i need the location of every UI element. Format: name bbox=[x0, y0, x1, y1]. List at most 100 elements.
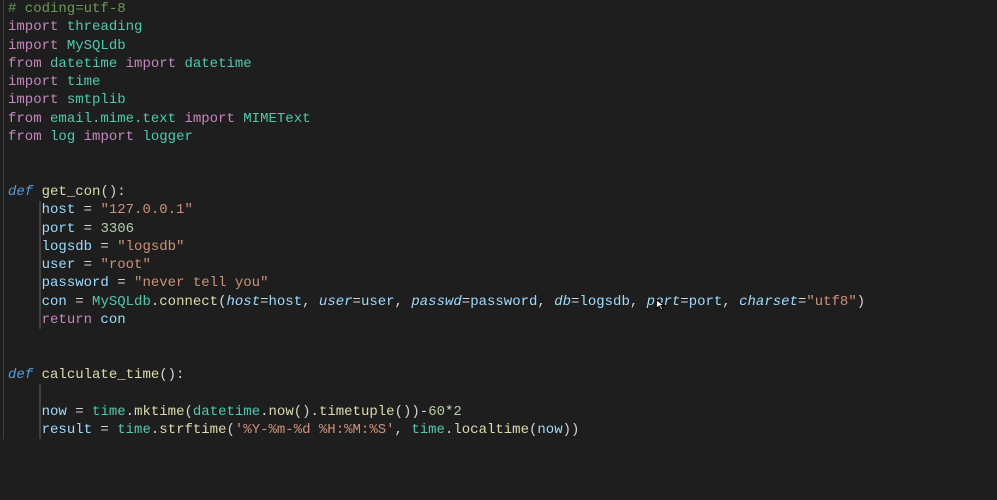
code-editor[interactable]: # coding=utf-8 import threading import M… bbox=[0, 0, 997, 439]
identifier: time bbox=[411, 422, 445, 438]
identifier: time bbox=[117, 422, 151, 438]
punct: ) bbox=[857, 294, 865, 310]
operator: = bbox=[353, 294, 361, 310]
identifier: log bbox=[50, 129, 75, 145]
param: port bbox=[647, 294, 681, 310]
code-line[interactable]: logsdb = "logsdb" bbox=[8, 238, 997, 256]
code-line[interactable]: def get_con(): bbox=[8, 183, 997, 201]
punct: . bbox=[151, 422, 159, 438]
code-line[interactable]: port = 3306 bbox=[8, 220, 997, 238]
identifier: logger bbox=[142, 129, 192, 145]
blank-line[interactable] bbox=[8, 329, 997, 347]
punct: () bbox=[395, 404, 412, 420]
keyword: import bbox=[126, 56, 176, 72]
punct: ): bbox=[109, 184, 126, 200]
method: localtime bbox=[453, 422, 529, 438]
code-line[interactable]: result = time.strftime('%Y-%m-%d %H:%M:%… bbox=[8, 421, 997, 439]
operator: = bbox=[67, 404, 92, 420]
identifier: datetime bbox=[184, 56, 251, 72]
code-line[interactable]: now = time.mktime(datetime.now().timetup… bbox=[8, 403, 997, 421]
code-line[interactable]: def calculate_time(): bbox=[8, 366, 997, 384]
argument: user bbox=[361, 294, 395, 310]
punct: , bbox=[537, 294, 554, 310]
code-line[interactable]: import threading bbox=[8, 18, 997, 36]
operator: = bbox=[67, 294, 92, 310]
function-name: calculate_time bbox=[42, 367, 160, 383]
operator: = bbox=[260, 294, 268, 310]
keyword: from bbox=[8, 56, 42, 72]
identifier: MySQLdb bbox=[92, 294, 151, 310]
code-line[interactable]: import smtplib bbox=[8, 91, 997, 109]
code-line[interactable]: import MySQLdb bbox=[8, 37, 997, 55]
operator: = bbox=[75, 257, 100, 273]
param: db bbox=[554, 294, 571, 310]
code-line[interactable]: user = "root" bbox=[8, 256, 997, 274]
blank-line[interactable] bbox=[8, 146, 997, 164]
method: strftime bbox=[159, 422, 226, 438]
code-line[interactable]: from log import logger bbox=[8, 128, 997, 146]
identifier: smtplib bbox=[67, 92, 126, 108]
operator: - bbox=[420, 404, 428, 420]
param: host bbox=[226, 294, 260, 310]
number: 60 bbox=[428, 404, 445, 420]
keyword: import bbox=[8, 92, 58, 108]
punct: ): bbox=[168, 367, 185, 383]
string: "root" bbox=[100, 257, 150, 273]
code-line[interactable]: from email.mime.text import MIMEText bbox=[8, 110, 997, 128]
keyword: import bbox=[8, 19, 58, 35]
argument: port bbox=[689, 294, 723, 310]
code-line[interactable]: import time bbox=[8, 73, 997, 91]
code-line[interactable]: return con bbox=[8, 311, 997, 329]
identifier: email.mime.text bbox=[50, 111, 176, 127]
punct: () bbox=[294, 404, 311, 420]
string: '%Y-%m-%d %H:%M:%S' bbox=[235, 422, 395, 438]
keyword: import bbox=[8, 74, 58, 90]
code-line[interactable]: host = "127.0.0.1" bbox=[8, 201, 997, 219]
punct: ( bbox=[226, 422, 234, 438]
comment: # coding=utf-8 bbox=[8, 1, 126, 17]
code-line[interactable]: # coding=utf-8 bbox=[8, 0, 997, 18]
method: now bbox=[269, 404, 294, 420]
code-line[interactable]: con = MySQLdb.connect(host=host, user=us… bbox=[8, 293, 997, 311]
blank-line[interactable] bbox=[8, 384, 997, 402]
punct: , bbox=[630, 294, 647, 310]
method: connect bbox=[159, 294, 218, 310]
identifier: MySQLdb bbox=[67, 38, 126, 54]
punct: . bbox=[311, 404, 319, 420]
operator: = bbox=[462, 294, 470, 310]
blank-line[interactable] bbox=[8, 348, 997, 366]
variable: result bbox=[42, 422, 92, 438]
punct: . bbox=[260, 404, 268, 420]
variable: con bbox=[42, 294, 67, 310]
operator: = bbox=[75, 202, 100, 218]
code-line[interactable]: from datetime import datetime bbox=[8, 55, 997, 73]
string: "logsdb" bbox=[117, 239, 184, 255]
punct: , bbox=[395, 422, 412, 438]
operator: = bbox=[75, 221, 100, 237]
variable: now bbox=[42, 404, 67, 420]
punct: , bbox=[722, 294, 739, 310]
argument: password bbox=[470, 294, 537, 310]
code-line[interactable]: password = "never tell you" bbox=[8, 274, 997, 292]
punct: . bbox=[151, 294, 159, 310]
number: 2 bbox=[453, 404, 461, 420]
keyword-def: def bbox=[8, 184, 33, 200]
identifier: threading bbox=[67, 19, 143, 35]
keyword: return bbox=[42, 312, 92, 328]
identifier: datetime bbox=[193, 404, 260, 420]
method: timetuple bbox=[319, 404, 395, 420]
variable: logsdb bbox=[42, 239, 92, 255]
operator: = bbox=[680, 294, 688, 310]
keyword: from bbox=[8, 129, 42, 145]
operator: = bbox=[92, 422, 117, 438]
method: mktime bbox=[134, 404, 184, 420]
keyword: import bbox=[184, 111, 234, 127]
number: 3306 bbox=[100, 221, 134, 237]
argument: now bbox=[537, 422, 562, 438]
string: "utf8" bbox=[806, 294, 856, 310]
punct: , bbox=[395, 294, 412, 310]
variable: port bbox=[42, 221, 76, 237]
function-name: get_con bbox=[42, 184, 101, 200]
punct: ( bbox=[184, 404, 192, 420]
blank-line[interactable] bbox=[8, 165, 997, 183]
